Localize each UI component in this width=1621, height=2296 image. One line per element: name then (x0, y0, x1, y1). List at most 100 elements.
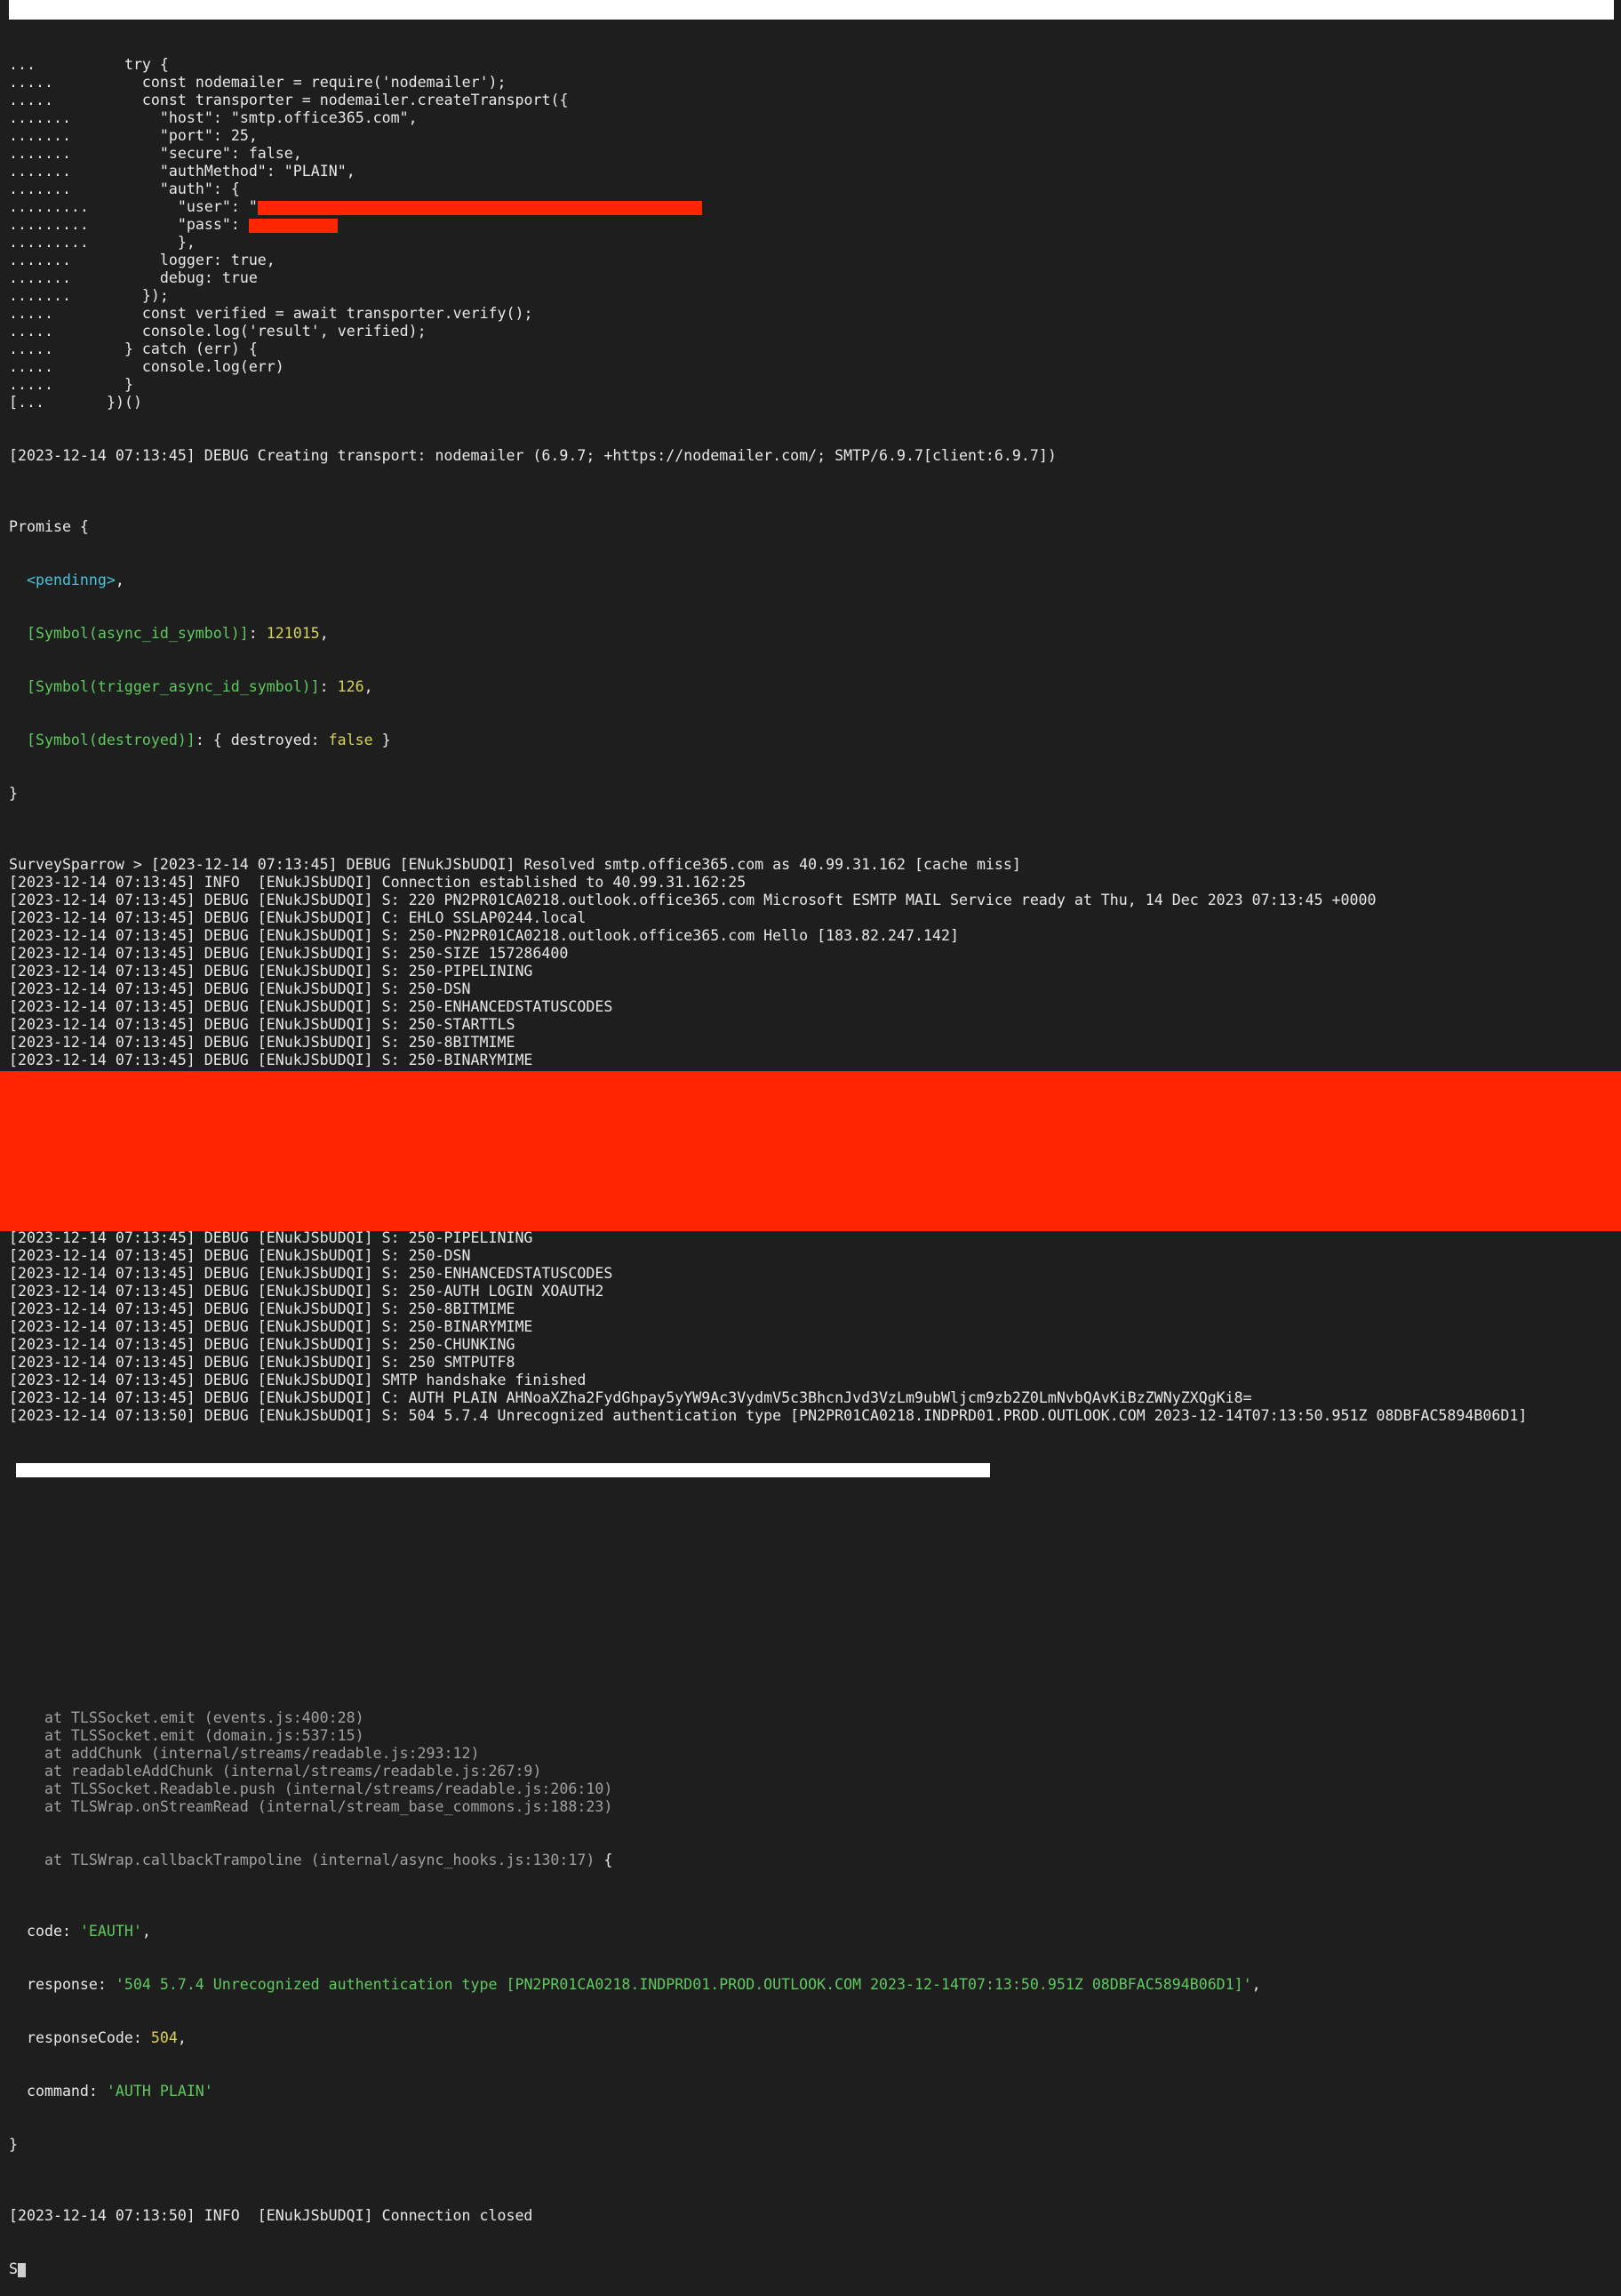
error-code-line: code: 'EAUTH', (9, 1923, 151, 1940)
continuation-prompt: ....... (9, 269, 71, 286)
stack-frame: at readableAddChunk (internal/streams/re… (9, 1763, 542, 1780)
connection-closed-line: [2023-12-14 07:13:50] INFO [ENukJSbUDQI]… (9, 2207, 533, 2224)
code-text: }, (80, 234, 196, 251)
code-text: "host": "smtp.office365.com", (80, 109, 418, 126)
continuation-prompt: ....... (9, 145, 71, 162)
log-line: [2023-12-14 07:13:45] DEBUG [ENukJSbUDQI… (9, 1052, 533, 1068)
code-text: }); (80, 287, 169, 304)
code-line: ... try { (9, 56, 1617, 74)
code-line: ......... "pass": (9, 216, 1617, 234)
shell-prompt: S (9, 2260, 18, 2277)
promise-pending: <pendinng> (26, 572, 116, 588)
continuation-prompt: ....... (9, 287, 71, 304)
stack-frame: at TLSWrap.onStreamRead (internal/stream… (9, 1798, 613, 1815)
promise-open: Promise { (9, 518, 89, 535)
log-line: [2023-12-14 07:13:50] DEBUG [ENukJSbUDQI… (9, 1407, 1528, 1424)
log-line: [2023-12-14 07:13:45] DEBUG [ENukJSbUDQI… (9, 1016, 515, 1033)
continuation-prompt: ..... (9, 92, 53, 108)
log-line: [2023-12-14 07:13:45] DEBUG [ENukJSbUDQI… (9, 1336, 515, 1353)
continuation-prompt: ....... (9, 180, 71, 197)
stack-frame: at addChunk (internal/streams/readable.j… (9, 1745, 480, 1762)
error-command-value: 'AUTH PLAIN' (106, 2083, 213, 2100)
code-text: const verified = await transporter.verif… (80, 305, 533, 322)
error-command-line: command: 'AUTH PLAIN' (9, 2083, 1617, 2100)
promise-trigger-id-line: [Symbol(trigger_async_id_symbol)]: 126, (26, 678, 373, 695)
log-line: [2023-12-14 07:13:45] DEBUG [ENukJSbUDQI… (9, 945, 569, 962)
log-line: [2023-12-14 07:13:45] DEBUG [ENukJSbUDQI… (9, 998, 613, 1015)
window-bottom-bar (16, 1463, 990, 1477)
code-line: ..... console.log(err) (9, 358, 1617, 376)
code-text: "auth": { (80, 180, 240, 197)
destroyed-end: } (372, 732, 391, 748)
log-line: [2023-12-14 07:13:45] DEBUG [ENukJSbUDQI… (9, 1389, 1252, 1406)
stack-frame: at TLSSocket.Readable.push (internal/str… (9, 1780, 613, 1797)
stack-last-line: at TLSWrap.callbackTrampoline (internal/… (9, 1852, 1617, 1869)
code-line: ....... }); (9, 287, 1617, 305)
log-line: [2023-12-14 07:13:45] DEBUG [ENukJSbUDQI… (9, 1354, 515, 1371)
error-response-code-value: 504 (150, 2029, 178, 2046)
continuation-prompt: ..... (9, 74, 53, 91)
log-line: [2023-12-14 07:13:45] DEBUG [ENukJSbUDQI… (9, 927, 959, 944)
stack-trace: at TLSSocket.emit (events.js:400:28) at … (9, 1709, 1617, 1816)
continuation-prompt: ....... (9, 252, 71, 268)
code-line: ....... "authMethod": "PLAIN", (9, 163, 1617, 180)
error-response-code-key: responseCode: (9, 2029, 151, 2046)
log-line: SurveySparrow > [2023-12-14 07:13:45] DE… (9, 856, 1021, 873)
promise-destroyed-line: [Symbol(destroyed)]: { destroyed: false … (9, 732, 1617, 749)
promise-async-id-line: [Symbol(async_id_symbol)]: 121015, (26, 625, 329, 642)
log-line: [2023-12-14 07:13:45] DEBUG [ENukJSbUDQI… (9, 980, 471, 997)
destroyed-mid: : { destroyed: (195, 732, 329, 748)
code-line: ......... "user": " (9, 198, 1617, 216)
redacted-user (257, 200, 702, 215)
continuation-prompt: [... (9, 394, 44, 411)
stack-last-brace: { (595, 1852, 613, 1868)
destroyed-key: [Symbol(destroyed)] (26, 732, 196, 748)
promise-close: } (9, 785, 18, 802)
log-line: [2023-12-14 07:13:45] DEBUG [ENukJSbUDQI… (9, 1034, 515, 1051)
stack-last-frame: at TLSWrap.callbackTrampoline (internal/… (9, 1852, 595, 1868)
code-text: debug: true (80, 269, 258, 286)
code-line: ....... "auth": { (9, 180, 1617, 198)
code-text: const transporter = nodemailer.createTra… (80, 92, 569, 108)
error-command-key: command: (9, 2083, 107, 2100)
code-line: ..... const nodemailer = require('nodema… (9, 74, 1617, 92)
stack-frame: at TLSSocket.emit (events.js:400:28) (9, 1709, 364, 1726)
code-text: })() (80, 394, 142, 411)
code-text: } catch (err) { (80, 340, 258, 357)
code-text: "user": " (80, 198, 258, 215)
code-line: ..... const transporter = nodemailer.cre… (9, 92, 1617, 109)
code-text: "port": 25, (80, 127, 258, 144)
log-line: [2023-12-14 07:13:45] DEBUG [ENukJSbUDQI… (9, 963, 533, 980)
log-line: [2023-12-14 07:13:45] DEBUG [ENukJSbUDQI… (9, 1300, 515, 1317)
log-line: [2023-12-14 07:13:45] DEBUG [ENukJSbUDQI… (9, 1318, 533, 1335)
shell-prompt-line[interactable]: S (9, 2260, 1617, 2278)
error-response-line: response: '504 5.7.4 Unrecognized authen… (9, 1976, 1261, 1993)
code-line: ....... "port": 25, (9, 127, 1617, 145)
log-line: [2023-12-14 07:13:45] DEBUG [ENukJSbUDQI… (9, 1283, 604, 1300)
code-text: } (80, 376, 133, 393)
error-response-value: '504 5.7.4 Unrecognized authentication t… (115, 1976, 1252, 1993)
promise-pending-line: <pendinng>, (26, 572, 124, 588)
code-text: console.log('result', verified); (80, 323, 427, 340)
continuation-prompt: ..... (9, 340, 53, 357)
code-line: [... })() (9, 394, 1617, 412)
code-line: ......... }, (9, 234, 1617, 252)
continuation-prompt: ..... (9, 305, 53, 322)
redacted-password (248, 218, 338, 233)
code-line: ....... logger: true, (9, 252, 1617, 269)
continuation-prompt: ......... (9, 198, 89, 215)
continuation-prompt: ..... (9, 358, 53, 375)
code-text: "secure": false, (80, 145, 302, 162)
code-text: "pass": (80, 216, 249, 233)
code-text: try { (80, 56, 169, 73)
error-code-value: 'EAUTH' (79, 1923, 142, 1940)
stack-frame: at TLSSocket.emit (domain.js:537:15) (9, 1727, 364, 1744)
code-text: console.log(err) (80, 358, 284, 375)
continuation-prompt: ..... (9, 376, 53, 393)
redaction-block (0, 1071, 1621, 1231)
continuation-prompt: ....... (9, 127, 71, 144)
code-line: ....... debug: true (9, 269, 1617, 287)
code-block: ... try {..... const nodemailer = requir… (9, 56, 1617, 412)
log-line: [2023-12-14 07:13:45] DEBUG [ENukJSbUDQI… (9, 892, 1377, 908)
continuation-prompt: ....... (9, 163, 71, 180)
